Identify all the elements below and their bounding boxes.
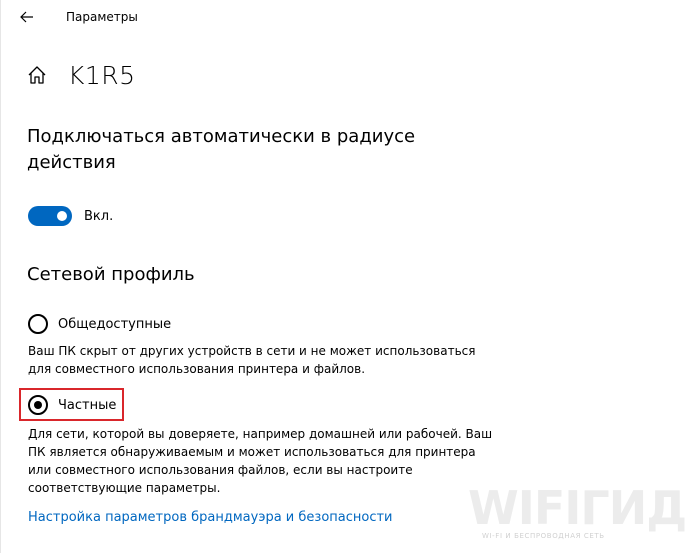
radio-public-label: Общедоступные [58, 316, 172, 332]
firewall-settings-link[interactable]: Настройка параметров брандмауэра и безоп… [28, 510, 393, 525]
back-button[interactable] [14, 6, 40, 28]
auto-connect-toggle-row: Вкл. [28, 205, 113, 227]
window-border [0, 0, 1, 553]
radio-public[interactable] [28, 314, 48, 334]
auto-connect-toggle[interactable] [28, 206, 72, 226]
radio-private-label: Частные [58, 397, 117, 413]
watermark-main-text: WIFIГИД [468, 481, 687, 535]
home-icon[interactable] [26, 64, 48, 86]
toggle-knob [57, 211, 67, 221]
radio-private[interactable] [28, 395, 48, 415]
network-profile-title: Сетевой профиль [27, 264, 195, 285]
toggle-state-label: Вкл. [84, 208, 114, 224]
auto-connect-title: Подключаться автоматически в радиусе дей… [27, 126, 416, 173]
watermark-sub-text: WI-FI И БЕСПРОВОДНАЯ СЕТЬ [482, 532, 605, 540]
private-description: Для сети, которой вы доверяете, например… [28, 427, 493, 495]
title-bar: Параметры [0, 0, 699, 34]
public-description: Ваш ПК скрыт от других устройств в сети … [28, 344, 476, 376]
radio-private-row[interactable]: Частные [28, 394, 116, 416]
arrow-left-icon [20, 11, 33, 23]
app-title: Параметры [66, 10, 138, 24]
watermark-logo: WIFIГИД WI-FI И БЕСПРОВОДНАЯ СЕТЬ [468, 480, 693, 548]
page-title: K1R5 [68, 60, 136, 90]
page-header: K1R5 [26, 58, 136, 92]
radio-public-row[interactable]: Общедоступные [28, 313, 171, 335]
